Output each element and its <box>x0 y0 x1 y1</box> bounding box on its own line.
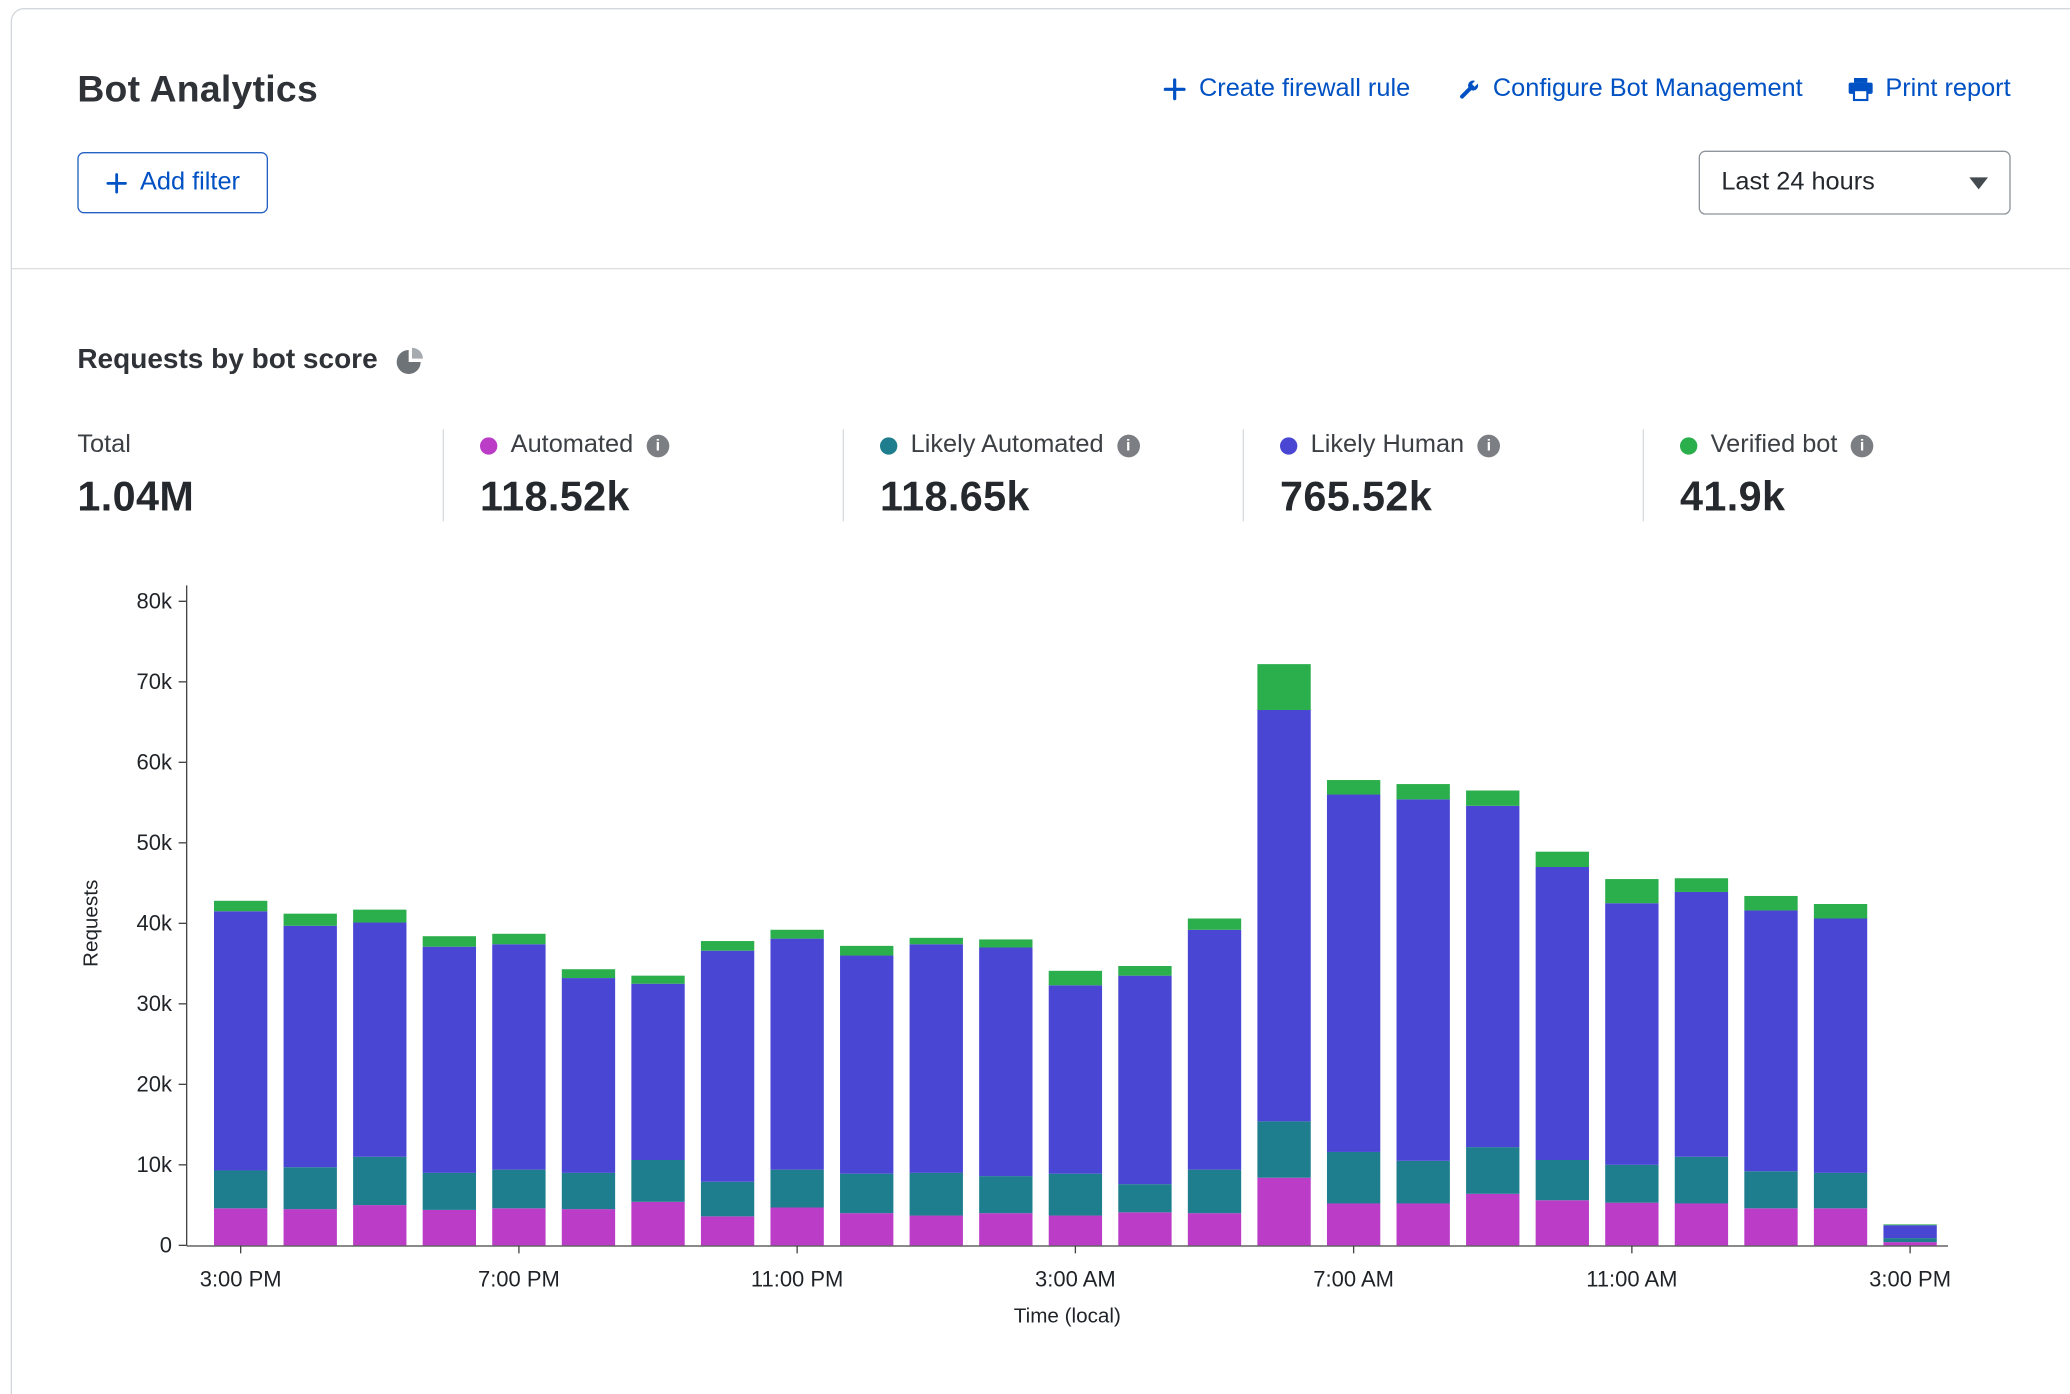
stat-total: Total 1.04M <box>77 429 442 521</box>
likely-automated-dot-icon <box>880 437 897 454</box>
svg-text:80k: 80k <box>137 589 173 614</box>
page: Bot Analytics Create firewall rule <box>0 8 2070 1394</box>
info-icon[interactable] <box>1851 434 1874 457</box>
svg-text:3:00 PM: 3:00 PM <box>1869 1267 1951 1292</box>
svg-text:7:00 AM: 7:00 AM <box>1313 1267 1394 1292</box>
svg-text:60k: 60k <box>137 750 173 775</box>
plus-icon <box>105 171 128 194</box>
stat-likely-human-label: Likely Human <box>1311 431 1464 460</box>
stat-likely-automated: Likely Automated 118.65k <box>843 429 1243 521</box>
svg-text:50k: 50k <box>137 830 173 855</box>
stat-likely-human: Likely Human 765.52k <box>1243 429 1643 521</box>
time-range-select[interactable]: Last 24 hours <box>1699 151 2011 215</box>
info-icon[interactable] <box>1477 434 1500 457</box>
header-actions: Create firewall rule Configure Bot Manag… <box>1163 75 2011 104</box>
bot-analytics-card: Bot Analytics Create firewall rule <box>11 8 2070 1394</box>
info-icon[interactable] <box>647 434 670 457</box>
svg-text:20k: 20k <box>137 1072 173 1097</box>
configure-bot-management-link[interactable]: Configure Bot Management <box>1456 75 1803 104</box>
stat-automated-value: 118.52k <box>480 473 843 521</box>
automated-dot-icon <box>480 437 497 454</box>
create-firewall-rule-label: Create firewall rule <box>1199 75 1410 104</box>
svg-text:0: 0 <box>160 1233 172 1258</box>
verified-bot-dot-icon <box>1680 437 1697 454</box>
stats-row: Total 1.04M Automated 118.52k Likel <box>77 429 2070 521</box>
svg-text:11:00 PM: 11:00 PM <box>751 1267 843 1292</box>
svg-text:10k: 10k <box>137 1152 173 1177</box>
info-icon[interactable] <box>1117 434 1140 457</box>
configure-bot-management-label: Configure Bot Management <box>1493 75 1803 104</box>
stat-likely-human-value: 765.52k <box>1280 473 1643 521</box>
requests-by-bot-score-chart[interactable]: 0 10k 20k 30k 40k 50k 60k 70k 80k 3:00 PM 7:00 PM 1… <box>12 572 2012 1345</box>
time-range-value: Last 24 hours <box>1721 168 1875 197</box>
print-report-label: Print report <box>1885 75 2010 104</box>
printer-icon <box>1848 77 1873 101</box>
plus-icon <box>1163 77 1187 101</box>
svg-text:11:00 AM: 11:00 AM <box>1586 1267 1677 1292</box>
stat-total-label: Total <box>77 431 131 460</box>
add-filter-label: Add filter <box>140 168 240 197</box>
svg-text:30k: 30k <box>137 991 173 1016</box>
stat-verified-bot-value: 41.9k <box>1680 473 2043 521</box>
create-firewall-rule-link[interactable]: Create firewall rule <box>1163 75 1410 104</box>
add-filter-button[interactable]: Add filter <box>77 152 268 213</box>
stat-likely-automated-label: Likely Automated <box>911 431 1104 460</box>
stat-verified-bot-label: Verified bot <box>1711 431 1838 460</box>
card-body: Requests by bot score Total 1.04M Au <box>12 344 2070 1352</box>
card-header: Bot Analytics Create firewall rule <box>12 9 2070 269</box>
print-report-link[interactable]: Print report <box>1848 75 2011 104</box>
likely-human-dot-icon <box>1280 437 1297 454</box>
stat-total-value: 1.04M <box>77 473 442 521</box>
svg-text:70k: 70k <box>137 669 173 694</box>
svg-text:40k: 40k <box>137 911 173 936</box>
stat-automated-label: Automated <box>511 431 634 460</box>
svg-text:7:00 PM: 7:00 PM <box>478 1267 560 1292</box>
pie-chart-icon <box>396 346 424 374</box>
chart-area: 0 10k 20k 30k 40k 50k 60k 70k 80k 3:00 PM 7:00 PM 1… <box>12 572 2070 1352</box>
chevron-down-icon <box>1969 177 1988 189</box>
svg-text:Requests: Requests <box>79 880 102 967</box>
section-title: Requests by bot score <box>77 344 377 376</box>
wrench-icon <box>1456 77 1481 102</box>
svg-text:3:00 PM: 3:00 PM <box>200 1267 282 1292</box>
stat-automated: Automated 118.52k <box>443 429 843 521</box>
stat-verified-bot: Verified bot 41.9k <box>1643 429 2043 521</box>
svg-text:3:00 AM: 3:00 AM <box>1035 1267 1116 1292</box>
svg-text:Time (local): Time (local) <box>1014 1305 1121 1328</box>
stat-likely-automated-value: 118.65k <box>880 473 1243 521</box>
page-title: Bot Analytics <box>77 68 318 111</box>
